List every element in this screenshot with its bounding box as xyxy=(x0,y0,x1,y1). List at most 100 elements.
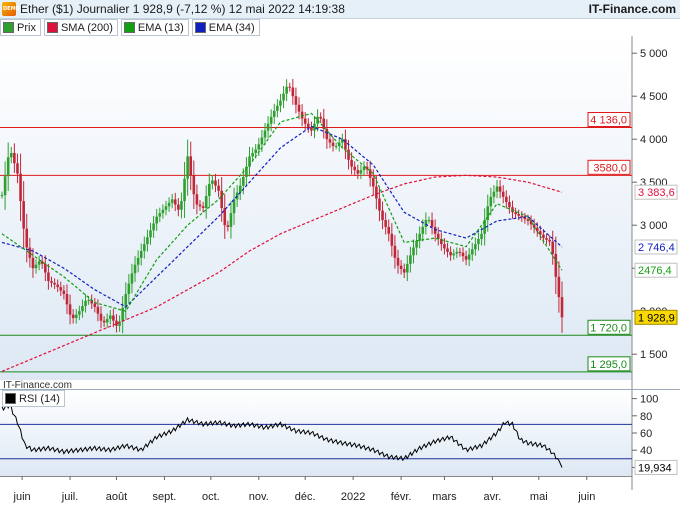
candle-body xyxy=(177,204,180,210)
candle-body xyxy=(71,314,75,319)
candle-body xyxy=(390,233,394,246)
time-tick-label-7: 2022 xyxy=(341,491,365,503)
candle-body xyxy=(170,199,174,203)
candle-body xyxy=(430,220,434,227)
candle-body xyxy=(347,149,350,160)
candle-body xyxy=(96,306,100,314)
time-tick-label-9: mars xyxy=(432,491,457,503)
rsi-last-tag: 19,934 xyxy=(638,462,672,474)
candle-body xyxy=(557,276,561,298)
candle-body xyxy=(458,251,462,253)
candle-body xyxy=(37,261,41,265)
candle-body xyxy=(341,139,344,143)
candle-body xyxy=(467,254,471,260)
candle-body xyxy=(211,180,214,184)
candle-body xyxy=(325,128,329,140)
candle-body xyxy=(285,86,288,94)
candle-body xyxy=(498,186,502,192)
candle-body xyxy=(452,253,456,256)
candle-body xyxy=(328,139,332,143)
candle-body xyxy=(217,185,220,191)
candle-body xyxy=(25,228,29,248)
level-label-1: 3580,0 xyxy=(593,162,627,174)
candle-body xyxy=(149,230,152,238)
rsi-tick-label-1: 80 xyxy=(640,411,652,423)
rsi-legend[interactable]: RSI (14) xyxy=(2,390,65,407)
candle-body xyxy=(47,272,50,282)
time-tick-label-10: avr. xyxy=(484,491,502,503)
candle-body xyxy=(108,315,112,319)
last-value-tag-1: 2 746,4 xyxy=(638,242,675,254)
candle-body xyxy=(449,251,452,256)
candle-body xyxy=(279,100,282,106)
candle-body xyxy=(464,256,468,260)
candle-body xyxy=(477,238,480,245)
time-tick-label-3: sept. xyxy=(153,491,177,503)
candle-body xyxy=(232,199,236,214)
time-tick-label-0: juin xyxy=(13,491,31,503)
candle-body xyxy=(489,196,493,207)
candle-body xyxy=(263,130,267,138)
candle-body xyxy=(505,196,508,202)
candle-body xyxy=(446,248,449,252)
candle-body xyxy=(424,220,428,227)
candle-body xyxy=(84,300,87,307)
candle-body xyxy=(31,257,35,269)
candle-body xyxy=(3,176,7,196)
candle-body xyxy=(207,183,211,196)
level-label-2: 1 720,0 xyxy=(590,322,627,334)
candle-body xyxy=(331,142,335,147)
candle-body xyxy=(260,137,264,145)
candle-body xyxy=(242,177,245,186)
time-tick-label-2: août xyxy=(106,491,127,503)
price-tick-label-4: 3 000 xyxy=(640,220,668,232)
time-tick-label-8: févr. xyxy=(391,491,412,503)
candle-body xyxy=(229,213,233,227)
candle-body xyxy=(254,149,258,153)
candle-body xyxy=(158,213,162,217)
candle-body xyxy=(167,202,171,207)
candle-body xyxy=(136,257,140,265)
candle-body xyxy=(406,263,409,273)
candle-body xyxy=(6,157,10,177)
candle-body xyxy=(99,313,103,321)
price-tick-label-2: 4 000 xyxy=(640,134,668,146)
candle-body xyxy=(155,216,158,224)
candle-body xyxy=(56,284,59,288)
price-pane-background xyxy=(0,36,632,380)
candle-body xyxy=(78,311,81,315)
time-tick-label-4: oct. xyxy=(202,491,220,503)
candle-body xyxy=(22,201,25,229)
candle-body xyxy=(214,180,217,186)
candle-body xyxy=(238,185,242,193)
candle-body xyxy=(495,186,499,192)
candle-body xyxy=(560,297,564,318)
candle-body xyxy=(455,251,459,254)
candle-body xyxy=(164,206,168,210)
candle-body xyxy=(294,96,298,105)
rsi-tick-label-3: 40 xyxy=(640,445,652,457)
candle-body xyxy=(189,156,193,176)
candle-body xyxy=(81,306,84,312)
candle-body xyxy=(508,201,511,208)
candle-body xyxy=(68,304,72,315)
price-tick-label-1: 4 500 xyxy=(640,91,668,103)
candle-body xyxy=(74,314,78,319)
candle-body xyxy=(551,241,555,254)
candle-body xyxy=(384,220,387,227)
candle-body xyxy=(526,219,530,221)
candle-body xyxy=(443,244,446,249)
candle-body xyxy=(480,233,483,239)
candle-body xyxy=(415,240,418,248)
candle-body xyxy=(334,146,338,148)
candle-body xyxy=(272,110,276,117)
candle-body xyxy=(514,212,517,215)
candle-body xyxy=(378,198,381,211)
candle-body xyxy=(282,93,285,101)
chart-canvas[interactable]: 4 136,0 3580,0 1 720,0 1 295,0 5 000 4 500 4 … xyxy=(0,0,680,510)
candle-body xyxy=(375,186,378,199)
candle-body xyxy=(93,303,97,307)
time-tick-label-12: juin xyxy=(577,491,595,503)
candle-body xyxy=(173,199,177,205)
price-tick-label-0: 5 000 xyxy=(640,48,668,60)
